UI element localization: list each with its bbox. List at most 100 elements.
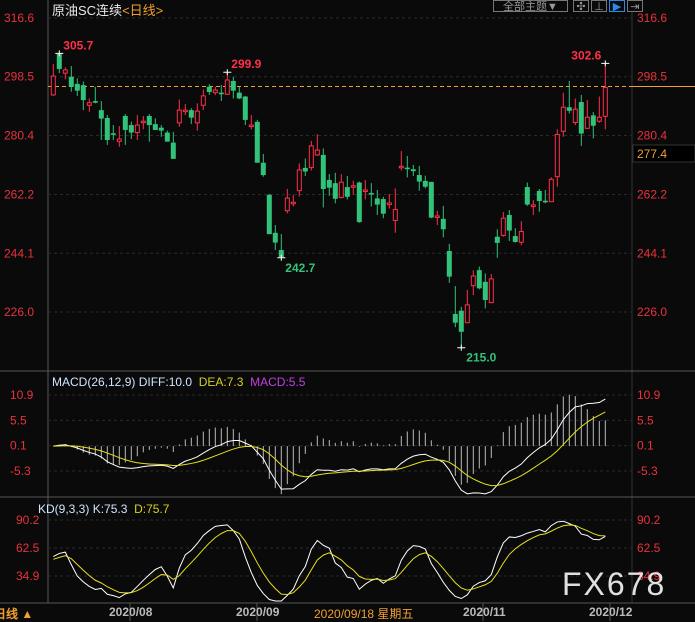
candle-body-down: [506, 214, 512, 231]
price-tick-right: 316.6: [637, 11, 667, 25]
price-tick-left: 280.4: [4, 128, 34, 142]
date-label: 2020/11: [463, 605, 506, 619]
candle-body-down: [158, 127, 164, 131]
candle-body-down: [110, 133, 116, 135]
theme-dropdown[interactable]: 全部主题▼: [493, 0, 568, 13]
crosshair-icon[interactable]: ✣: [573, 0, 589, 13]
kd-k-value: K:75.3: [92, 502, 128, 516]
candle-body-down: [98, 110, 104, 119]
candle-body-up: [176, 109, 182, 124]
macd-dea-value: DEA:7.3: [198, 375, 244, 389]
candle-body-up: [530, 204, 536, 208]
kd-tick-left: 90.2: [16, 513, 40, 527]
candle-body-down: [302, 167, 308, 172]
crosshair-price: 277.4: [637, 147, 667, 161]
price-tick-right: 226.0: [637, 305, 667, 319]
price-tick-left: 298.5: [4, 70, 34, 84]
candle-body-down: [230, 80, 236, 91]
candle-body-up: [194, 110, 200, 124]
candle-body-up: [548, 178, 554, 203]
exit-icon[interactable]: ⇥: [627, 0, 643, 13]
price-tick-right: 244.1: [637, 246, 667, 260]
extreme-label: 242.7: [285, 261, 315, 275]
candle-body-down: [326, 179, 332, 188]
candle-body-up: [572, 108, 578, 123]
candle-body-down: [344, 187, 350, 197]
candle-body-down: [170, 142, 176, 159]
candle-body-down: [446, 250, 452, 277]
macd-dea-line: [53, 411, 606, 487]
macd-tick-right: -5.3: [637, 464, 658, 478]
candle-body-up: [386, 202, 392, 206]
kd-legend: KD(9,3,3) K:75.3 D:75.7: [38, 502, 169, 516]
candle-body-up: [596, 116, 602, 122]
candle-body-up: [434, 215, 440, 218]
candle-body-up: [116, 138, 122, 142]
candle-body-down: [74, 83, 80, 91]
chart-canvas[interactable]: 316.6 316.6 298.5 298.5 280.4 280.4 262.2 262.2…: [0, 0, 695, 621]
candle-body-down: [152, 124, 158, 130]
extreme-marker: [55, 50, 64, 57]
period-toggle[interactable]: 日线 ▲: [0, 605, 33, 622]
candle-body-down: [356, 182, 362, 223]
macd-tick-left: 10.9: [10, 388, 34, 402]
extreme-marker: [223, 69, 232, 76]
date-label: 2020/09: [236, 605, 280, 619]
candle-body-up: [296, 169, 302, 192]
candle-body-up: [140, 120, 146, 124]
date-label: 2020/12: [589, 605, 633, 619]
candle-body-up: [350, 185, 356, 188]
watermark-logo: FX678: [562, 566, 667, 602]
candle-body-down: [146, 115, 152, 126]
candle-body-up: [50, 75, 56, 96]
candle-body-up: [398, 165, 404, 169]
candle-body-down: [272, 232, 278, 243]
kd-tick-left: 34.9: [16, 569, 40, 583]
extreme-label: 215.0: [466, 351, 496, 365]
candle-body-down: [422, 180, 428, 187]
macd-diff-line: [53, 398, 606, 495]
candle-body-down: [566, 107, 572, 111]
candle-body-up: [392, 208, 398, 221]
candle-body-down: [80, 85, 86, 101]
price-tick-left: 316.6: [4, 11, 34, 25]
macd-legend: MACD(26,12,9) DIFF:10.0 DEA:7.3 MACD:5.5: [52, 375, 305, 389]
candle-body-up: [518, 231, 524, 243]
candle-body-down: [410, 169, 416, 172]
price-tick-right: 262.2: [637, 188, 667, 202]
candle-body-down: [236, 92, 242, 99]
candle-body-down: [458, 310, 464, 332]
date-label: 2020/08: [109, 605, 153, 619]
candle-body-down: [320, 154, 326, 190]
macd-tick-right: 5.5: [637, 413, 654, 427]
candle-body-up: [314, 149, 320, 156]
candle-body-up: [182, 109, 188, 113]
price-tick-left: 262.2: [4, 188, 34, 202]
candle-body-up: [470, 275, 476, 287]
extreme-marker: [601, 60, 610, 67]
play-icon[interactable]: ▶: [609, 0, 625, 13]
candle-body-up: [488, 278, 494, 304]
candle-body-down: [92, 101, 98, 103]
candle-body-down: [332, 183, 338, 199]
candle-body-up: [290, 201, 296, 205]
candle-body-up: [500, 217, 506, 236]
date-axis: 日线 ▲ 2020/08 2020/09 2020/09/18 星期五 2020…: [0, 603, 695, 621]
period-label[interactable]: <日线>: [122, 3, 163, 18]
candle-body-up: [338, 181, 344, 198]
symbol-name: 原油SC连续: [52, 3, 123, 18]
candle-body-down: [428, 181, 434, 218]
kd-tick-right: 90.2: [637, 513, 661, 527]
candle-body-up: [86, 102, 92, 106]
macd-tick-left: 0.1: [10, 439, 27, 453]
extreme-label: 302.6: [571, 48, 601, 62]
range-icon[interactable]: ⊥: [591, 0, 607, 13]
candle-body-down: [266, 194, 272, 235]
kd-tick-left: 62.5: [16, 541, 40, 555]
macd-tick-right: 10.9: [637, 388, 661, 402]
candle-body-up: [584, 116, 590, 129]
candle-body-up: [62, 69, 68, 74]
candle-body-down: [512, 236, 518, 242]
candle-body-down: [206, 86, 212, 92]
candle-body-down: [68, 76, 74, 87]
